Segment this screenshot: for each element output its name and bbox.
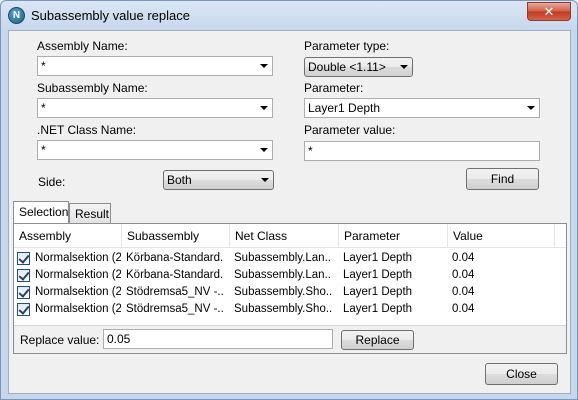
cell-subassembly: Körbana-Standard...: [126, 252, 224, 264]
side-combo[interactable]: Both: [163, 170, 274, 190]
column-header-subassembly[interactable]: Subassembly: [122, 224, 230, 248]
parameter-type-combo[interactable]: Double <1.11>: [304, 57, 413, 77]
table-row[interactable]: Normalsektion (2) Stödremsa5_NV -... Sub…: [14, 301, 566, 318]
cell-value: 0.04: [452, 269, 475, 281]
cell-assembly: Normalsektion (2): [35, 269, 121, 281]
title-bar[interactable]: N Subassembly value replace ✕: [1, 1, 577, 31]
parameter-combo[interactable]: Layer1 Depth: [304, 98, 540, 118]
column-header-parameter[interactable]: Parameter: [339, 224, 448, 248]
replace-button[interactable]: Replace: [341, 330, 414, 350]
chevron-down-icon: [260, 148, 268, 152]
tab-result[interactable]: Result: [69, 203, 111, 224]
parameter-value: Layer1 Depth: [308, 101, 381, 115]
dialog-client-area: Assembly Name: * Subassembly Name: * .NE…: [8, 30, 571, 394]
parameter-label: Parameter:: [304, 81, 364, 95]
close-icon: ✕: [543, 4, 555, 19]
row-checkbox[interactable]: [17, 269, 30, 282]
table-row[interactable]: Normalsektion (2) Körbana-Standard... Su…: [14, 250, 566, 267]
column-header-value[interactable]: Value: [448, 224, 555, 248]
cell-subassembly: Körbana-Standard...: [126, 269, 224, 281]
cell-parameter: Layer1 Depth: [343, 269, 413, 281]
chevron-down-icon: [260, 106, 268, 110]
cell-value: 0.04: [452, 286, 475, 298]
cell-assembly: Normalsektion (2): [35, 303, 121, 315]
chevron-down-icon: [260, 64, 268, 68]
window-title: Subassembly value replace: [31, 8, 190, 23]
selection-panel: Assembly Subassembly Net Class Parameter…: [13, 223, 567, 354]
row-checkbox[interactable]: [17, 303, 30, 316]
replace-bar: Replace value: 0.05 Replace: [14, 325, 566, 353]
table-row[interactable]: Normalsektion (2) Körbana-Standard... Su…: [14, 267, 566, 284]
row-checkbox[interactable]: [17, 252, 30, 265]
cell-net-class: Subassembly.Sho...: [234, 303, 332, 315]
replace-value-label: Replace value:: [20, 333, 100, 347]
side-value: Both: [167, 173, 192, 187]
cell-value: 0.04: [452, 252, 475, 264]
chevron-down-icon: [261, 178, 269, 182]
cell-assembly: Normalsektion (2): [35, 286, 121, 298]
replace-value-input[interactable]: 0.05: [103, 329, 333, 349]
parameter-value-label: Parameter value:: [304, 123, 396, 137]
column-header-assembly[interactable]: Assembly: [14, 224, 122, 248]
grid-header: Assembly Subassembly Net Class Parameter…: [14, 224, 566, 248]
cell-value: 0.04: [452, 303, 475, 315]
table-row[interactable]: Normalsektion (2) Stödremsa5_NV -... Sub…: [14, 284, 566, 301]
cell-net-class: Subassembly.Lan...: [234, 252, 332, 264]
assembly-name-combo[interactable]: *: [37, 56, 273, 76]
cell-subassembly: Stödremsa5_NV -...: [126, 303, 224, 315]
cell-assembly: Normalsektion (2): [35, 252, 121, 264]
close-button[interactable]: Close: [485, 363, 558, 385]
subassembly-name-combo[interactable]: *: [37, 98, 273, 118]
window-close-button[interactable]: ✕: [527, 2, 571, 21]
column-header-net-class[interactable]: Net Class: [230, 224, 339, 248]
cell-parameter: Layer1 Depth: [343, 303, 413, 315]
subassembly-name-label: Subassembly Name:: [37, 81, 148, 95]
parameter-type-label: Parameter type:: [304, 39, 390, 53]
net-class-label: .NET Class Name:: [37, 123, 137, 137]
chevron-down-icon: [527, 106, 535, 110]
side-label: Side:: [38, 175, 66, 189]
cell-net-class: Subassembly.Lan...: [234, 269, 332, 281]
cell-parameter: Layer1 Depth: [343, 252, 413, 264]
assembly-name-value: *: [41, 59, 46, 73]
app-icon: N: [8, 7, 25, 24]
parameter-type-value: Double <1.11>: [308, 60, 386, 74]
dialog-window: N Subassembly value replace ✕ Assembly N…: [0, 0, 578, 400]
net-class-value: *: [41, 143, 46, 157]
net-class-combo[interactable]: *: [37, 140, 273, 160]
cell-net-class: Subassembly.Sho...: [234, 286, 332, 298]
cell-parameter: Layer1 Depth: [343, 286, 413, 298]
parameter-value-input[interactable]: *: [304, 141, 540, 161]
assembly-name-label: Assembly Name:: [37, 39, 128, 53]
tab-selection[interactable]: Selection: [13, 201, 69, 223]
row-checkbox[interactable]: [17, 286, 30, 299]
cell-subassembly: Stödremsa5_NV -...: [126, 286, 224, 298]
chevron-down-icon: [400, 65, 408, 69]
subassembly-name-value: *: [41, 101, 46, 115]
find-button[interactable]: Find: [466, 168, 539, 190]
